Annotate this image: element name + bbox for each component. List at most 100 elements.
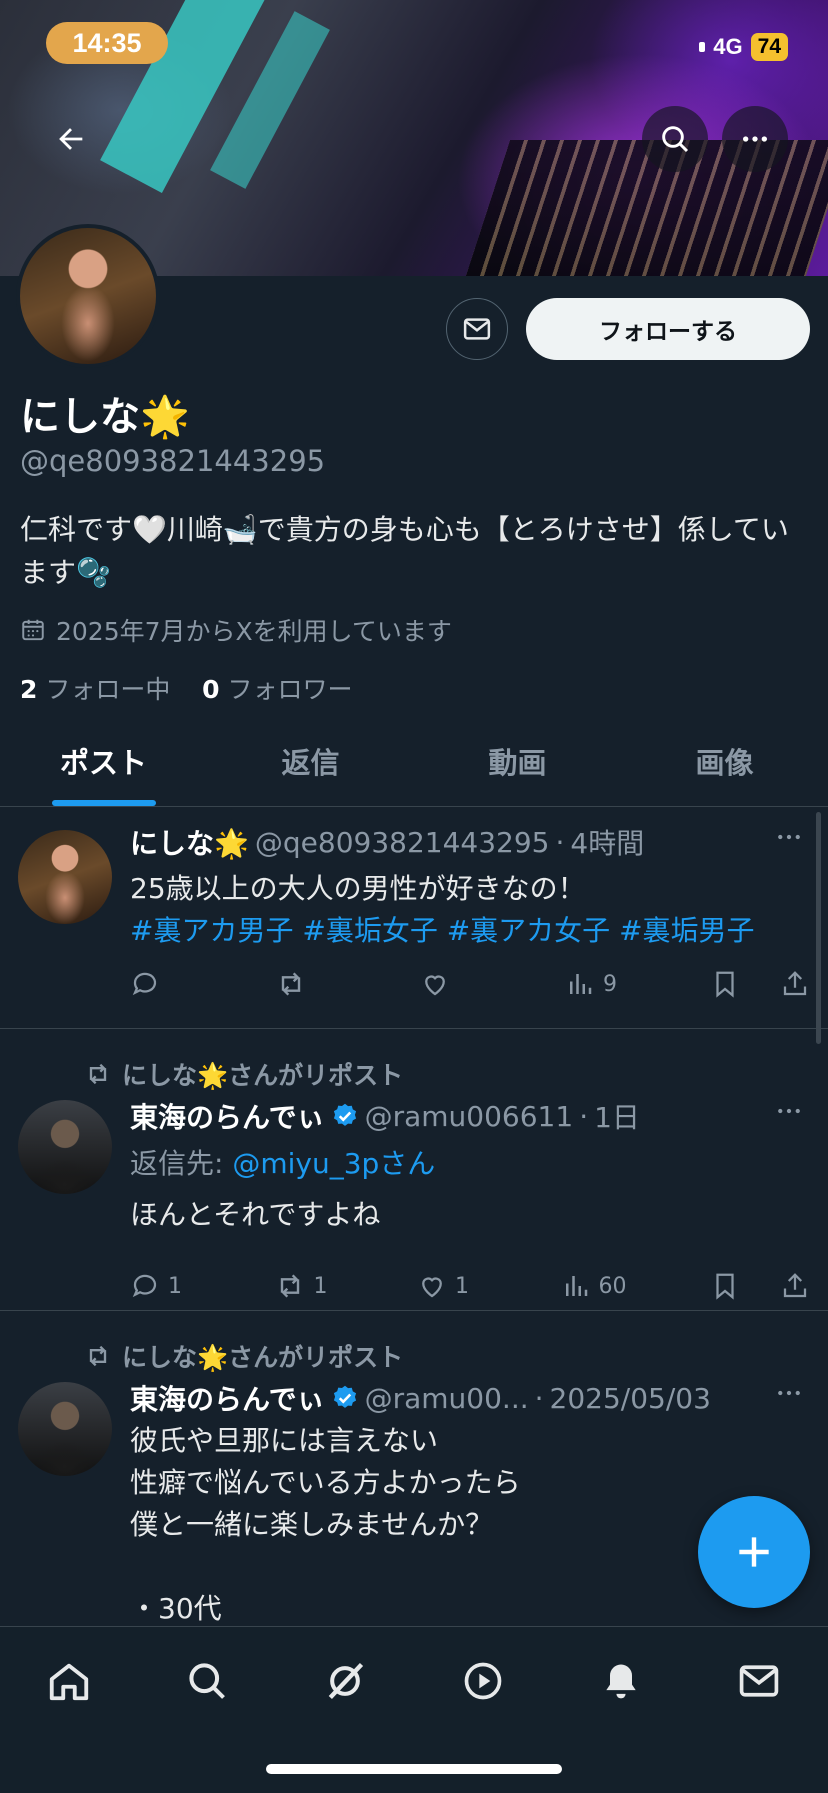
home-icon: [49, 1663, 89, 1701]
calendar-icon: [22, 619, 44, 641]
views-count: 60: [598, 1273, 627, 1299]
nav-home[interactable]: [39, 1651, 99, 1711]
post-author-name[interactable]: 東海のらんでぃ: [130, 1378, 325, 1418]
tab-replies[interactable]: 返信: [207, 716, 414, 806]
post-line: 性癖で悩んでいる方よかったら: [130, 1466, 521, 1499]
repost-label[interactable]: にしな🌟さんがリポスト: [122, 1056, 403, 1092]
post-actions: 1 1 1 60: [130, 1266, 810, 1306]
verified-icon: [333, 1385, 356, 1408]
post-text: ほんとそれですよね: [130, 1198, 381, 1231]
followers-label: フォロワー: [227, 675, 353, 704]
scrollbar[interactable]: [816, 812, 821, 1044]
reply-button[interactable]: 1: [130, 1271, 190, 1301]
following-count: 2: [20, 675, 38, 704]
compose-button[interactable]: [698, 1496, 810, 1608]
reply-button[interactable]: [130, 969, 190, 999]
home-indicator[interactable]: [266, 1764, 562, 1774]
followers-link[interactable]: 0 フォロワー: [202, 675, 352, 704]
reply-icon: [132, 972, 157, 996]
repost-button[interactable]: [275, 968, 335, 1000]
bell-icon: [606, 1664, 636, 1699]
post-author-name[interactable]: にしな🌟: [130, 822, 249, 862]
share-icon: [783, 971, 807, 996]
post-avatar[interactable]: [18, 830, 112, 924]
plus-icon: [739, 1537, 769, 1567]
views-button[interactable]: 60: [561, 1271, 627, 1301]
post-hashtags[interactable]: #裏アカ男子 #裏垢女子 #裏アカ女子 #裏垢男子: [130, 910, 790, 952]
post-author-handle[interactable]: @ramu00...: [365, 1382, 529, 1415]
mail-icon: [463, 318, 491, 340]
post-author-handle[interactable]: @qe8093821443295: [255, 826, 550, 859]
post-text: 25歳以上の大人の男性が好きなの！ #裏アカ男子 #裏垢女子 #裏アカ女子 #裏…: [130, 868, 790, 952]
post-avatar[interactable]: [18, 1100, 112, 1194]
following-link[interactable]: 2 フォロー中: [20, 675, 170, 704]
separator-dot: ·: [555, 825, 565, 859]
share-button[interactable]: [780, 969, 810, 999]
post-more-button[interactable]: [774, 822, 804, 859]
following-label: フォロー中: [45, 675, 171, 704]
post-header: 東海のらんでぃ @ramu00... · 2025/05/03: [130, 1378, 711, 1418]
like-button[interactable]: [420, 969, 480, 999]
like-button[interactable]: 1: [417, 1271, 477, 1301]
bookmark-icon: [716, 1273, 734, 1300]
verified-icon: [333, 1103, 356, 1126]
like-count: 1: [455, 1273, 469, 1299]
profile-bio: 仁科です🤍川崎🛁で貴方の身も心も【とろけさせ】係しています🫧: [20, 513, 789, 589]
nav-grok[interactable]: [315, 1651, 375, 1711]
repost-icon: [89, 1345, 107, 1367]
bookmark-button[interactable]: [710, 1271, 740, 1301]
bookmark-button[interactable]: [710, 969, 740, 999]
search-button[interactable]: [642, 106, 708, 172]
more-icon: [743, 136, 767, 142]
tab-videos[interactable]: 動画: [414, 716, 621, 806]
tab-posts[interactable]: ポスト: [0, 716, 207, 806]
tab-images[interactable]: 画像: [621, 716, 828, 806]
nav-search[interactable]: [177, 1651, 237, 1711]
follow-button[interactable]: フォローする: [526, 298, 810, 360]
like-icon: [422, 1277, 442, 1298]
message-button[interactable]: [446, 298, 508, 360]
views-button[interactable]: 9: [565, 969, 625, 999]
post-line: 彼氏や旦那には言えない: [130, 1424, 439, 1457]
status-time: 14:35: [46, 22, 168, 64]
post-item[interactable]: にしな🌟 @qe8093821443295 · 4時間 25歳以上の大人の男性が…: [0, 808, 828, 1029]
back-button[interactable]: [38, 106, 104, 172]
post-header: にしな🌟 @qe8093821443295 · 4時間: [130, 822, 644, 862]
post-line: ・30代: [130, 1592, 222, 1625]
repost-icon: [281, 972, 301, 996]
post-line: 僕と一緒に楽しみませんか？: [130, 1508, 494, 1541]
post-time[interactable]: 1日: [594, 1096, 640, 1136]
separator-dot: ·: [579, 1099, 589, 1133]
post-body: 25歳以上の大人の男性が好きなの！: [130, 872, 586, 905]
post-author-handle[interactable]: @ramu006611: [365, 1100, 574, 1133]
search-icon: [662, 126, 689, 153]
profile-avatar[interactable]: [16, 224, 160, 368]
more-icon: [778, 1390, 800, 1396]
repost-indicator: にしな🌟さんがリポスト: [84, 1338, 403, 1374]
nav-messages[interactable]: [729, 1651, 789, 1711]
reply-to-link[interactable]: @miyu_3pさん: [232, 1147, 435, 1180]
more-icon: [778, 834, 800, 840]
repost-indicator: にしな🌟さんがリポスト: [84, 1056, 403, 1092]
post-spacer: [130, 1546, 790, 1588]
more-options-button[interactable]: [722, 106, 788, 172]
reply-count: 1: [168, 1273, 182, 1299]
post-time[interactable]: 4時間: [570, 822, 644, 862]
repost-label[interactable]: にしな🌟さんがリポスト: [122, 1338, 403, 1374]
repost-button[interactable]: 1: [274, 1270, 334, 1302]
post-item[interactable]: にしな🌟さんがリポスト 東海のらんでぃ @ramu006611 · 1日 返信先…: [0, 1030, 828, 1311]
views-count: 9: [603, 971, 617, 997]
views-icon: [570, 974, 592, 994]
grok-icon: [328, 1662, 364, 1700]
nav-notifications[interactable]: [591, 1651, 651, 1711]
battery-level: 74: [750, 33, 788, 61]
nav-video[interactable]: [453, 1651, 513, 1711]
post-author-name[interactable]: 東海のらんでぃ: [130, 1096, 325, 1136]
signal-icon: [699, 42, 706, 52]
post-avatar[interactable]: [18, 1382, 112, 1476]
post-more-button[interactable]: [774, 1378, 804, 1415]
post-more-button[interactable]: [774, 1096, 804, 1133]
share-button[interactable]: [780, 1271, 810, 1301]
views-icon: [565, 1276, 587, 1296]
post-time[interactable]: 2025/05/03: [550, 1382, 711, 1415]
